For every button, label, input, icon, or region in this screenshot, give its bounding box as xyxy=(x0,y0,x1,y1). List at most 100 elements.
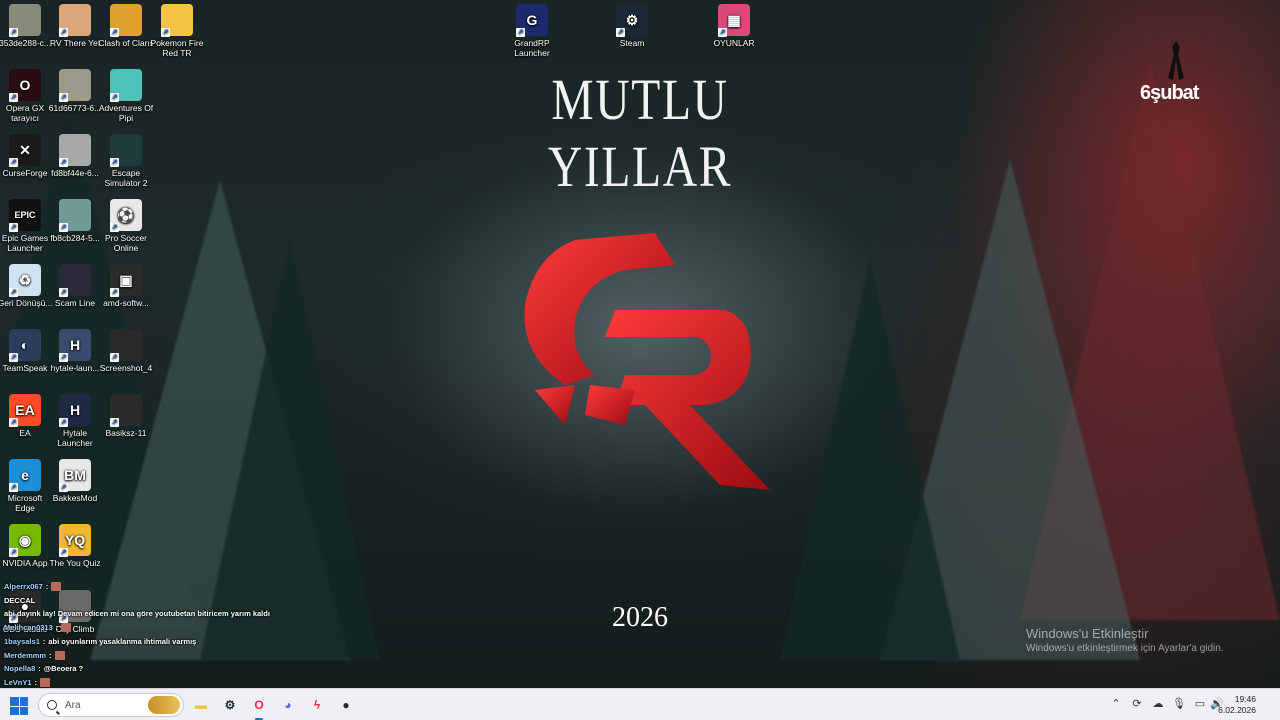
you-quiz-icon: YQ ↗ xyxy=(59,524,91,557)
shortcut-arrow-icon: ↗ xyxy=(59,223,68,232)
desktop-icon[interactable]: ◐ ↗ TeamSpeak xyxy=(0,329,53,373)
network-icon[interactable]: ▭ xyxy=(1193,697,1207,711)
desktop-wallpaper: MUTLU YILLAR 2026 6şubat ↗ 353de288-c... ↗… xyxy=(0,0,1280,688)
steam-icon: ⚙ xyxy=(224,698,236,712)
image-file-icon: ↗ xyxy=(59,199,91,232)
desktop-icon[interactable]: ↗ Screenshot_4 xyxy=(98,329,154,373)
desktop-icon[interactable]: ↗ Scam Line xyxy=(47,264,103,308)
system-clock[interactable]: 19:46 6.02.2026 xyxy=(1218,694,1256,716)
taskbar-app-file-explorer[interactable]: ▬ xyxy=(190,694,212,716)
desktop-icon-label: 353de288-c... xyxy=(0,38,51,48)
taskbar-search[interactable]: Ara xyxy=(38,693,184,717)
lightning-icon: ϟ xyxy=(313,698,321,712)
shortcut-arrow-icon: ↗ xyxy=(59,158,68,167)
amd-installer-icon: ▣ ↗ xyxy=(110,264,142,297)
hytale-icon: H ↗ xyxy=(59,394,91,427)
desktop-icon-label: 61d66773-6... xyxy=(48,103,102,113)
desktop-icon[interactable]: ↗ Clash of Clans xyxy=(98,4,154,48)
epic-games-icon: EPIC ↗ xyxy=(9,199,41,232)
desktop-icon[interactable]: YQ ↗ The You Quiz xyxy=(47,524,103,568)
taskbar-app-obs-studio[interactable]: ● xyxy=(335,694,357,716)
chat-username: 1baysals1 xyxy=(4,636,40,646)
desktop-icon[interactable]: ▦ ↗ OYUNLAR xyxy=(706,4,762,48)
desktop-icon[interactable]: ↗ 61d66773-6... xyxy=(47,69,103,113)
desktop-icon[interactable]: H ↗ hytale-laun... xyxy=(47,329,103,373)
desktop-icon[interactable]: H ↗ Hytale Launcher xyxy=(47,394,103,448)
desktop-icon[interactable]: ↗ 353de288-c... xyxy=(0,4,53,48)
taskbar-app-opera-gx[interactable]: O xyxy=(248,694,270,720)
shortcut-arrow-icon: ↗ xyxy=(110,28,119,37)
desktop-icon[interactable]: ↗ Escape Simulator 2 xyxy=(98,134,154,188)
desktop-icon-label: Steam xyxy=(619,38,645,48)
sync-icon[interactable]: ⟳ xyxy=(1130,697,1144,711)
shortcut-arrow-icon: ↗ xyxy=(718,28,727,37)
taskbar: Ara ▬ ⚙ O ◕ ϟ ● ⌃ ⟳ ☁ 🎙 ▭ 🔊 19:46 6.02.2026 xyxy=(0,688,1280,720)
desktop-icon[interactable]: ↗ Adventures Of Pipi xyxy=(98,69,154,123)
shortcut-arrow-icon: ↗ xyxy=(110,353,119,362)
desktop-icon[interactable]: O ↗ Opera GX tarayıcı xyxy=(0,69,53,123)
escape-simulator-icon: ↗ xyxy=(110,134,142,167)
chat-message: Merdemmm: xyxy=(4,649,324,663)
rv-there-yet-icon: ↗ xyxy=(59,4,91,37)
teamspeak-icon: ◐ ↗ xyxy=(9,329,41,362)
shortcut-arrow-icon: ↗ xyxy=(9,353,18,362)
chat-message: Nopella8: @Beoera ? xyxy=(4,662,324,676)
windows-activation-watermark: Windows'u Etkinleştir Windows'u etkinleş… xyxy=(1026,626,1224,654)
desktop-icon[interactable]: ▣ ↗ amd-softw... xyxy=(98,264,154,308)
gr-logo xyxy=(524,233,770,490)
taskbar-app-discord[interactable]: ◕ xyxy=(277,694,299,716)
shortcut-arrow-icon: ↗ xyxy=(9,548,18,557)
chat-message: abi dayınk lay! Devam edicen mi ona göre… xyxy=(4,607,324,621)
microphone-icon[interactable]: 🎙 xyxy=(1172,697,1186,711)
shortcut-arrow-icon: ↗ xyxy=(59,548,68,557)
taskbar-app-quick-launch[interactable]: ϟ xyxy=(306,694,328,716)
desktop-icon[interactable]: ⚙ ↗ Steam xyxy=(604,4,660,48)
shortcut-arrow-icon: ↗ xyxy=(59,418,68,427)
opera-gx-icon: O ↗ xyxy=(9,69,41,102)
shortcut-arrow-icon: ↗ xyxy=(110,223,119,232)
desktop-icon-label: Pokemon Fire Red TR xyxy=(150,38,204,58)
chat-text: @Beoera ? xyxy=(43,664,84,674)
desktop-icon[interactable]: ↗ Basiksz-11 xyxy=(98,394,154,438)
black-ribbon-icon xyxy=(1168,42,1184,80)
recycle-bin-icon: ♻ ↗ xyxy=(9,264,41,297)
wallpaper-year: 2026 xyxy=(612,602,668,633)
desktop-icon[interactable]: EA ↗ EA xyxy=(0,394,53,438)
desktop-icon[interactable]: ◉ ↗ NVIDIA App xyxy=(0,524,53,568)
clash-of-clans-icon: ↗ xyxy=(110,4,142,37)
start-button[interactable] xyxy=(10,697,28,715)
image-file-icon: ↗ xyxy=(59,69,91,102)
desktop-icon-label: NVIDIA App xyxy=(2,558,48,568)
desktop-icon[interactable]: EPIC ↗ Epic Games Launcher xyxy=(0,199,53,253)
desktop-icon-label: GrandRP Launcher xyxy=(514,38,550,58)
folder-icon: ▬ xyxy=(195,698,207,712)
chevron-up-icon[interactable]: ⌃ xyxy=(1109,697,1123,711)
desktop-icon-label: Adventures Of Pipi xyxy=(98,103,154,123)
desktop-icon-label: fd8bf44e-6... xyxy=(51,168,99,178)
desktop-icon[interactable]: e ↗ Microsoft Edge xyxy=(0,459,53,513)
shortcut-arrow-icon: ↗ xyxy=(110,418,119,427)
desktop-icon-label: fb8cb284-5... xyxy=(50,233,100,243)
obs-icon: ● xyxy=(342,698,350,712)
desktop-icon[interactable]: BM ↗ BakkesMod xyxy=(47,459,103,503)
shortcut-arrow-icon: ↗ xyxy=(9,93,18,102)
desktop-icon[interactable]: ♻ ↗ Geri Dönüşü... xyxy=(0,264,53,308)
adventures-of-pipi-icon: ↗ xyxy=(110,69,142,102)
shortcut-arrow-icon: ↗ xyxy=(161,28,170,37)
taskbar-app-steam[interactable]: ⚙ xyxy=(219,694,241,716)
hytale-installer-icon: H ↗ xyxy=(59,329,91,362)
desktop-icon[interactable]: G ↗ GrandRP Launcher xyxy=(504,4,560,58)
chat-separator: : xyxy=(45,582,49,591)
chat-emote-icon xyxy=(40,678,51,688)
cloud-icon[interactable]: ☁ xyxy=(1151,697,1165,711)
desktop-icon[interactable]: ⚽ ↗ Pro Soccer Online xyxy=(98,199,154,253)
desktop-icon[interactable]: ↗ fd8bf44e-6... xyxy=(47,134,103,178)
desktop-icon[interactable]: ✕ ↗ CurseForge xyxy=(0,134,53,178)
desktop-icon-label: Opera GX tarayıcı xyxy=(5,103,45,123)
desktop-icon[interactable]: ↗ RV There Yet xyxy=(47,4,103,48)
desktop-icon[interactable]: ↗ fb8cb284-5... xyxy=(47,199,103,243)
windows-logo-icon xyxy=(19,697,28,706)
desktop-icon[interactable]: ↗ Pokemon Fire Red TR xyxy=(149,4,205,58)
desktop-icon-label: Clash of Clans xyxy=(98,38,154,48)
chat-separator: : xyxy=(42,636,46,646)
